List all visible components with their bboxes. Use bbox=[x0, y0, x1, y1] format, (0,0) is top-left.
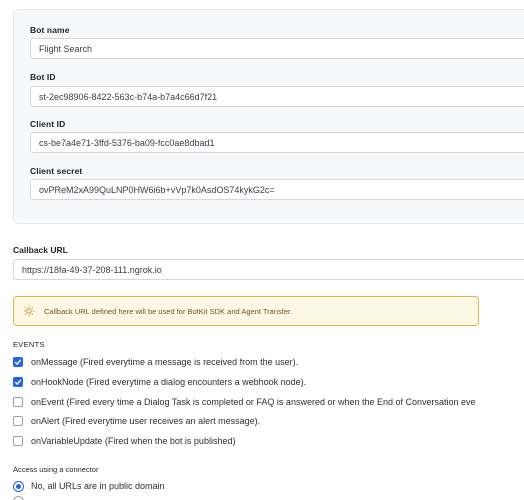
bot-id-input[interactable]: st-2ec98906-8422-563c-b74a-b7a4c66d7f21 bbox=[30, 86, 524, 107]
checkbox-icon[interactable] bbox=[13, 416, 23, 426]
client-secret-label: Client secret bbox=[30, 166, 83, 176]
access-option-label: No, all URLs are in public domain bbox=[31, 481, 165, 491]
event-label: onAlert (Fired everytime user receives a… bbox=[31, 416, 261, 426]
callback-url-label: Callback URL bbox=[13, 245, 68, 255]
access-option-public[interactable]: No, all URLs are in public domain bbox=[13, 479, 165, 493]
event-onevent[interactable]: onEvent (Fired every time a Dialog Task … bbox=[13, 395, 476, 409]
bot-name-input[interactable]: Flight Search bbox=[30, 38, 524, 59]
event-label: onVariableUpdate (Fired when the bot is … bbox=[31, 436, 236, 446]
lightbulb-icon bbox=[22, 304, 36, 318]
client-id-input[interactable]: cs-be7a4e71-3ffd-5376-ba09-fcc0ae8dbad1 bbox=[30, 132, 524, 153]
event-label: onEvent (Fired every time a Dialog Task … bbox=[31, 397, 476, 407]
event-label: onHookNode (Fired everytime a dialog enc… bbox=[31, 377, 307, 387]
checkbox-checked-icon[interactable] bbox=[13, 377, 23, 387]
checkbox-checked-icon[interactable] bbox=[13, 357, 23, 367]
client-secret-input[interactable]: ovPReM2xA99QuLNP0HW6i6b+vVp7k0AsdOS74kyk… bbox=[30, 179, 524, 200]
event-onvariableupdate[interactable]: onVariableUpdate (Fired when the bot is … bbox=[13, 434, 235, 448]
callback-url-input[interactable]: https://18fa-49-37-208-111.ngrok.io bbox=[13, 259, 524, 280]
radio-icon[interactable] bbox=[13, 496, 24, 500]
event-label: onMessage (Fired everytime a message is … bbox=[31, 357, 299, 367]
callback-note-text: Callback URL defined here will be used f… bbox=[44, 306, 293, 316]
checkbox-icon[interactable] bbox=[13, 436, 23, 446]
access-connector-heading: Access using a connector bbox=[13, 465, 99, 474]
radio-selected-icon[interactable] bbox=[13, 480, 24, 492]
client-id-label: Client ID bbox=[30, 119, 66, 129]
event-onmessage[interactable]: onMessage (Fired everytime a message is … bbox=[13, 355, 298, 369]
bot-name-label: Bot name bbox=[30, 25, 70, 35]
bot-id-label: Bot ID bbox=[30, 72, 56, 82]
event-onhooknode[interactable]: onHookNode (Fired everytime a dialog enc… bbox=[13, 375, 306, 389]
events-heading: EVENTS bbox=[13, 340, 45, 349]
callback-note: Callback URL defined here will be used f… bbox=[13, 296, 479, 326]
checkbox-icon[interactable] bbox=[13, 397, 23, 407]
event-onalert[interactable]: onAlert (Fired everytime user receives a… bbox=[13, 414, 260, 428]
